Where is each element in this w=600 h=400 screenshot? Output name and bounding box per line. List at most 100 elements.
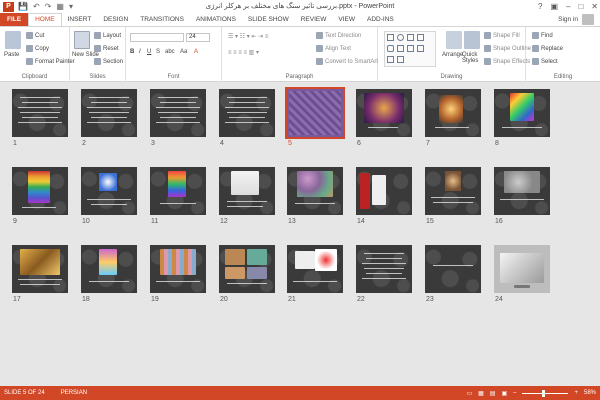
slide-thumbnail[interactable] [150,167,206,215]
layout-button[interactable]: Layout [94,32,121,39]
select-button[interactable]: Select [532,58,558,65]
font-color-button[interactable]: A [194,49,198,55]
slideshow-view-icon[interactable]: ▣ [501,390,507,397]
change-case-button[interactable]: Aa [180,49,187,55]
tab-design[interactable]: DESIGN [97,13,134,26]
slide-thumbnail[interactable] [81,167,137,215]
align-text-button[interactable]: Align Text [316,45,351,52]
oval-shape-icon[interactable] [397,34,404,41]
callout-shape-icon[interactable] [397,56,404,63]
tab-review[interactable]: REVIEW [295,13,333,26]
zoom-slider[interactable] [522,389,569,397]
slide-thumbnail[interactable] [81,89,137,137]
tab-home[interactable]: HOME [28,13,62,26]
slide-thumbnail[interactable] [494,167,550,215]
ribbon-display-options-icon[interactable]: ▣ [550,0,558,13]
replace-button[interactable]: Replace [532,45,563,52]
zoom-level[interactable]: 58% [584,390,596,396]
arrange-icon[interactable] [446,31,462,49]
shape-outline-button[interactable]: Shape Outline [484,45,531,52]
slide-thumbnail[interactable] [425,167,481,215]
tab-file[interactable]: FILE [0,13,29,26]
slide-thumbnail[interactable] [356,89,412,137]
close-button[interactable]: ✕ [591,0,598,13]
zoom-slider-handle[interactable] [542,389,546,397]
slide-thumbnail[interactable] [150,89,206,137]
tab-transitions[interactable]: TRANSITIONS [134,13,190,26]
alignment-buttons[interactable]: ≡ ≡ ≡ ≡ ▥ ▾ [228,49,259,56]
slide-thumbnail[interactable] [356,245,412,293]
slide-thumbnail[interactable] [285,87,345,139]
slide-thumbnail[interactable] [12,167,68,215]
start-slideshow-icon[interactable]: ▦ [56,2,64,11]
tab-add-ins[interactable]: ADD-INS [361,13,400,26]
star-shape-icon[interactable] [417,45,424,52]
undo-icon[interactable]: ↶ [33,2,40,11]
bullets-button[interactable]: ☰ ▾ ☷ ▾ ⇤ ⇥ ≡ [228,33,268,40]
reading-view-icon[interactable]: ▤ [490,390,496,397]
quick-styles-button[interactable]: Quick Styles [462,52,484,64]
zoom-in-button[interactable]: + [574,390,578,396]
bold-button[interactable]: B [130,49,134,55]
rounded-rect-shape-icon[interactable] [387,45,394,52]
slide-thumbnail[interactable] [219,89,275,137]
font-size-dropdown[interactable]: 24 [186,33,210,42]
shape-fill-button[interactable]: Shape Fill [484,32,520,39]
copy-button[interactable]: Copy [26,45,49,52]
shape-effects-button[interactable]: Shape Effects [484,58,530,65]
slide-thumbnail[interactable] [12,245,68,293]
text-direction-button[interactable]: Text Direction [316,32,361,39]
slide-thumbnail[interactable] [150,245,206,293]
tab-view[interactable]: VIEW [332,13,361,26]
slide-thumbnail[interactable] [425,245,481,293]
find-button[interactable]: Find [532,32,553,39]
italic-button[interactable]: I [139,49,141,55]
new-slide-icon[interactable] [74,31,90,49]
slide-thumbnail[interactable] [219,167,275,215]
slide-thumbnail[interactable] [425,89,481,137]
section-button[interactable]: Section [94,58,123,65]
format-painter-button[interactable]: Format Painter [26,58,75,65]
minimize-button[interactable]: – [566,0,570,13]
arrange-button[interactable]: Arrange [442,52,463,58]
slide-thumbnail[interactable] [12,89,68,137]
triangle-shape-icon[interactable] [397,45,404,52]
underline-button[interactable]: U [147,49,151,55]
line-shape-icon[interactable] [407,34,414,41]
slide-thumbnail[interactable] [494,89,550,137]
slide-sorter-view-icon[interactable]: ▦ [478,390,484,397]
curve-shape-icon[interactable] [407,45,414,52]
avatar[interactable] [582,14,594,25]
paste-button[interactable]: Paste [4,52,19,58]
rectangle-shape-icon[interactable] [387,34,394,41]
language-indicator[interactable]: PERSIAN [61,390,87,396]
cut-button[interactable]: Cut [26,32,44,39]
tab-insert[interactable]: INSERT [62,13,98,26]
paste-icon[interactable] [5,31,21,49]
customize-qat-icon[interactable]: ▾ [69,2,73,11]
zoom-out-button[interactable]: – [513,390,516,396]
slide-thumbnail[interactable] [494,245,550,293]
tab-slide-show[interactable]: SLIDE SHOW [242,13,295,26]
sign-in-link[interactable]: Sign in [558,14,578,25]
save-icon[interactable]: 💾 [18,2,28,11]
slide-thumbnail[interactable] [356,167,412,215]
tab-animations[interactable]: ANIMATIONS [190,13,242,26]
redo-icon[interactable]: ↷ [45,2,52,11]
shapes-gallery[interactable] [384,31,436,67]
maximize-button[interactable]: □ [578,0,583,13]
slide-thumbnail[interactable] [287,167,343,215]
help-icon[interactable]: ? [538,0,542,13]
quick-styles-icon[interactable] [464,31,480,49]
brace-shape-icon[interactable] [387,56,394,63]
slide-thumbnail[interactable] [81,245,137,293]
normal-view-icon[interactable]: ▭ [466,390,472,397]
reset-button[interactable]: Reset [94,45,119,52]
strikethrough-button[interactable]: S [156,49,160,55]
smartart-button[interactable]: Convert to SmartArt [316,58,378,65]
font-name-dropdown[interactable] [130,33,184,42]
arrow-shape-icon[interactable] [417,34,424,41]
slide-thumbnail[interactable] [287,245,343,293]
strikeout-button[interactable]: abc [165,49,175,55]
slide-thumbnail[interactable] [219,245,275,293]
